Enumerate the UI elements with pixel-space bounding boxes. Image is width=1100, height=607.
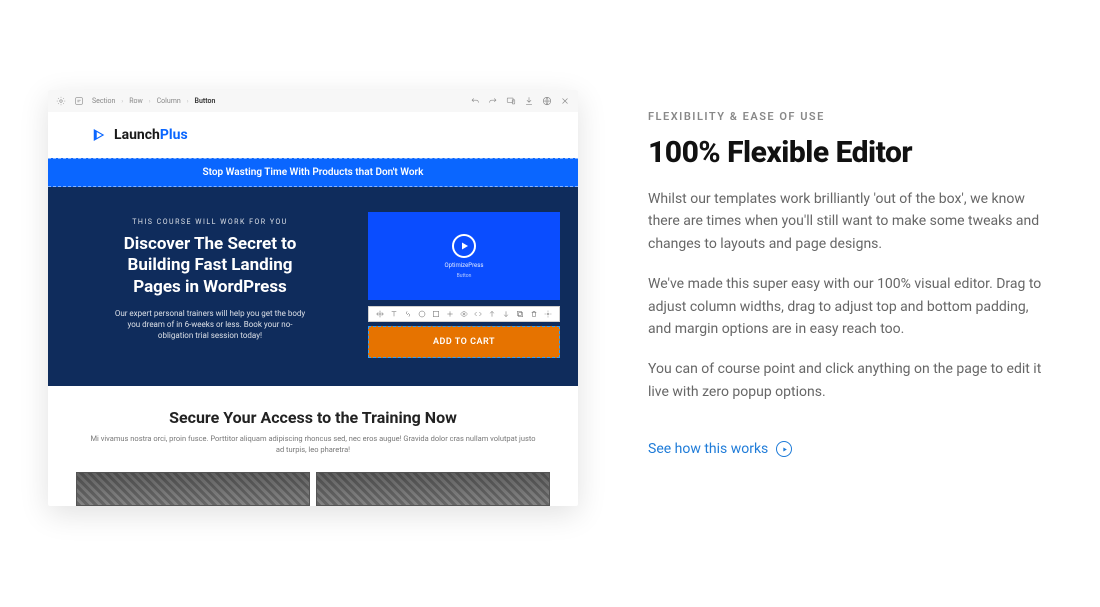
trash-icon[interactable] [530, 310, 538, 318]
gallery-image [76, 472, 310, 506]
secure-section: Secure Your Access to the Training Now M… [48, 386, 578, 468]
undo-icon[interactable] [470, 96, 480, 106]
note-icon[interactable] [74, 96, 84, 106]
section-eyebrow: FLEXIBILITY & EASE OF USE [648, 110, 1048, 123]
see-how-link[interactable]: See how this works [648, 441, 792, 457]
breadcrumb-item[interactable]: Column [157, 97, 181, 105]
devices-icon[interactable] [506, 96, 516, 106]
video-placeholder[interactable]: OptimizePress Button [368, 212, 560, 300]
link-label: See how this works [648, 441, 768, 457]
settings-icon[interactable] [544, 310, 552, 318]
play-circle-icon [776, 441, 792, 457]
duplicate-icon[interactable] [516, 310, 524, 318]
breadcrumb-item-active[interactable]: Button [195, 97, 216, 105]
redo-icon[interactable] [488, 96, 498, 106]
launchplus-logo-icon [90, 126, 108, 144]
arrow-up-icon[interactable] [488, 310, 496, 318]
secure-subtitle: Mi vivamus nostra orci, proin fusce. Por… [88, 433, 538, 456]
video-element-label: Button [457, 273, 472, 279]
hero-section: THIS COURSE WILL WORK FOR YOU Discover T… [48, 187, 578, 386]
gear-icon[interactable] [56, 96, 66, 106]
site-brand-bar: LaunchPlus [48, 112, 578, 158]
plus-icon[interactable] [446, 310, 454, 318]
breadcrumb: Section › Row › Column › Button [92, 97, 215, 105]
element-toolbar [368, 306, 560, 322]
chevron-right-icon: › [121, 98, 123, 105]
chevron-right-icon: › [149, 98, 151, 105]
image-gallery [48, 468, 578, 506]
announcement-strip: Stop Wasting Time With Products that Don… [48, 158, 578, 187]
video-brand-label: OptimizePress [445, 262, 484, 269]
hero-title: Discover The Secret to Building Fast Lan… [105, 234, 315, 298]
section-headline: 100% Flexible Editor [648, 135, 1048, 170]
hero-subtitle: Our expert personal trainers will help y… [110, 308, 310, 342]
editor-preview: Section › Row › Column › Button LaunchPl… [48, 90, 578, 506]
hero-media-column: OptimizePress Button ADD TO CART [368, 212, 560, 358]
secure-title: Secure Your Access to the Training Now [88, 408, 538, 427]
download-icon[interactable] [524, 96, 534, 106]
brand-name: LaunchPlus [114, 127, 188, 143]
globe-icon[interactable] [542, 96, 552, 106]
breadcrumb-item[interactable]: Section [92, 97, 115, 105]
move-icon[interactable] [376, 310, 384, 318]
chevron-right-icon: › [187, 98, 189, 105]
add-to-cart-button[interactable]: ADD TO CART [368, 326, 560, 358]
palette-icon[interactable] [418, 310, 426, 318]
text-icon[interactable] [390, 310, 398, 318]
paragraph: You can of course point and click anythi… [648, 358, 1048, 403]
breadcrumb-item[interactable]: Row [129, 97, 143, 105]
arrow-down-icon[interactable] [502, 310, 510, 318]
paragraph: Whilst our templates work brilliantly 'o… [648, 188, 1048, 255]
link-icon[interactable] [404, 310, 412, 318]
box-icon[interactable] [432, 310, 440, 318]
hero-eyebrow: THIS COURSE WILL WORK FOR YOU [66, 218, 354, 226]
play-icon [452, 234, 476, 258]
marketing-copy: FLEXIBILITY & EASE OF USE 100% Flexible … [648, 90, 1048, 457]
paragraph: We've made this super easy with our 100%… [648, 273, 1048, 340]
hero-copy: THIS COURSE WILL WORK FOR YOU Discover T… [66, 212, 354, 358]
gallery-image [316, 472, 550, 506]
close-icon[interactable] [560, 96, 570, 106]
eye-icon[interactable] [460, 310, 468, 318]
code-icon[interactable] [474, 310, 482, 318]
editor-top-toolbar: Section › Row › Column › Button [48, 90, 578, 112]
